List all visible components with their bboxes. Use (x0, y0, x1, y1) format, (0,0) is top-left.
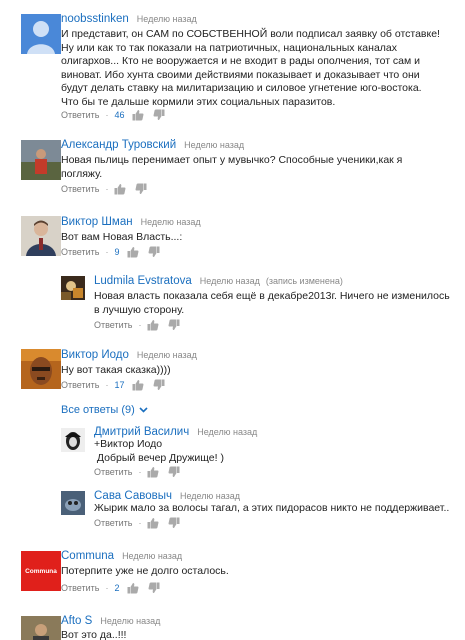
reply-button[interactable]: Ответить (61, 583, 99, 593)
comment-text: Новая власть показала себя ещё в декабре… (94, 290, 450, 316)
comment-author[interactable]: Ludmila Evstratova (94, 275, 192, 287)
comment-time[interactable]: Неделю назад (180, 491, 240, 501)
comment: Александр Туровский Неделю назад Новая пь… (21, 138, 461, 198)
comment-text: Новая пьлиць перенимает опыт у мувычко? … (61, 154, 403, 180)
thumbs-up-icon[interactable] (147, 319, 159, 331)
thumbs-up-icon[interactable] (132, 379, 144, 391)
comment-text: Потерпите уже не долго осталось. (61, 565, 229, 577)
comment-author[interactable]: noobsstinken (61, 13, 129, 25)
reply-button[interactable]: Ответить (94, 320, 132, 330)
like-count: 2 (114, 583, 120, 593)
chevron-down-icon (139, 407, 148, 413)
comment-text: +Виктор Иодо Добрый вечер Дружище! ) (94, 438, 224, 464)
comment-author[interactable]: Afto S (61, 615, 92, 627)
edited-label: (запись изменена) (265, 276, 343, 286)
thumbs-down-icon[interactable] (168, 517, 180, 529)
thumbs-up-icon[interactable] (147, 517, 159, 529)
comment-text: Вот вам Новая Власть...: (61, 231, 183, 243)
comment-time[interactable]: Неделю назад (197, 427, 257, 437)
comment-author[interactable]: Дмитрий Василич (94, 426, 189, 438)
comment: Afto S Неделю назад Вот это да..!!! (21, 614, 461, 640)
comment-time[interactable]: Неделю назад (137, 14, 197, 24)
comment: Виктор Шман Неделю назад Вот вам Новая Вл… (21, 215, 461, 260)
avatar[interactable] (21, 616, 61, 640)
thumbs-down-icon[interactable] (135, 183, 147, 195)
show-replies-label: Все ответы (9) (61, 404, 135, 416)
comment-text: Жырик мало за волосы тагал, а этих пидор… (94, 502, 450, 514)
comment: Виктор Иодо Неделю назад Ну вот такая ска… (21, 348, 461, 393)
reply: Дмитрий Василич Неделю назад +Виктор Иодо… (61, 425, 461, 480)
comment-text: И представит, он САМ по СОБСТВЕННОЙ воли… (61, 28, 440, 108)
thumbs-up-icon[interactable] (132, 109, 144, 121)
thumbs-up-icon[interactable] (114, 183, 126, 195)
avatar[interactable] (21, 349, 61, 389)
reply-button[interactable]: Ответить (94, 518, 132, 528)
comment-time[interactable]: Неделю назад (200, 276, 260, 286)
avatar[interactable] (61, 491, 85, 515)
avatar[interactable] (21, 216, 61, 256)
comment: noobsstinken Неделю назад И представит, о… (21, 12, 461, 127)
thumbs-down-icon[interactable] (153, 109, 165, 121)
show-all-replies-button[interactable]: Все ответы (9) (61, 404, 148, 416)
reply-button[interactable]: Ответить (61, 247, 99, 257)
like-count: 17 (114, 380, 125, 390)
reply-button[interactable]: Ответить (61, 110, 99, 120)
reply: Сава Савовыч Неделю назад Жырик мало за в… (61, 489, 461, 534)
thumbs-up-icon[interactable] (127, 246, 139, 258)
comment: Communa Communa Неделю назад Потерпите уж… (21, 549, 461, 599)
thumbs-down-icon[interactable] (168, 319, 180, 331)
thumbs-up-icon[interactable] (127, 582, 139, 594)
like-count: 9 (114, 247, 120, 257)
thumbs-down-icon[interactable] (153, 379, 165, 391)
like-count: 46 (114, 110, 125, 120)
avatar-logo-text: Communa (25, 567, 57, 575)
avatar[interactable]: Communa (21, 551, 61, 591)
comment-time[interactable]: Неделю назад (141, 217, 201, 227)
thumbs-down-icon[interactable] (168, 466, 180, 478)
avatar[interactable] (21, 140, 61, 180)
reply-button[interactable]: Ответить (61, 380, 99, 390)
comment-author[interactable]: Александр Туровский (61, 139, 176, 151)
reply-button[interactable]: Ответить (94, 467, 132, 477)
comment-author[interactable]: Communa (61, 550, 114, 562)
comment-time[interactable]: Неделю назад (184, 140, 244, 150)
thumbs-down-icon[interactable] (148, 246, 160, 258)
comment-author[interactable]: Виктор Шман (61, 216, 133, 228)
avatar[interactable] (61, 276, 85, 300)
comment-text: Вот это да..!!! (61, 629, 127, 640)
comment-time[interactable]: Неделю назад (122, 551, 182, 561)
comment-author[interactable]: Сава Савовыч (94, 490, 172, 502)
reply: Ludmila Evstratova Неделю назад (запись из… (61, 274, 461, 334)
comment-author[interactable]: Виктор Иодо (61, 349, 129, 361)
avatar[interactable] (21, 14, 61, 54)
comment-text: Ну вот такая сказка)))) (61, 364, 171, 376)
comment-time[interactable]: Неделю назад (137, 350, 197, 360)
avatar[interactable] (61, 428, 85, 452)
comment-time[interactable]: Неделю назад (100, 616, 160, 626)
reply-button[interactable]: Ответить (61, 184, 99, 194)
thumbs-up-icon[interactable] (147, 466, 159, 478)
thumbs-down-icon[interactable] (148, 582, 160, 594)
